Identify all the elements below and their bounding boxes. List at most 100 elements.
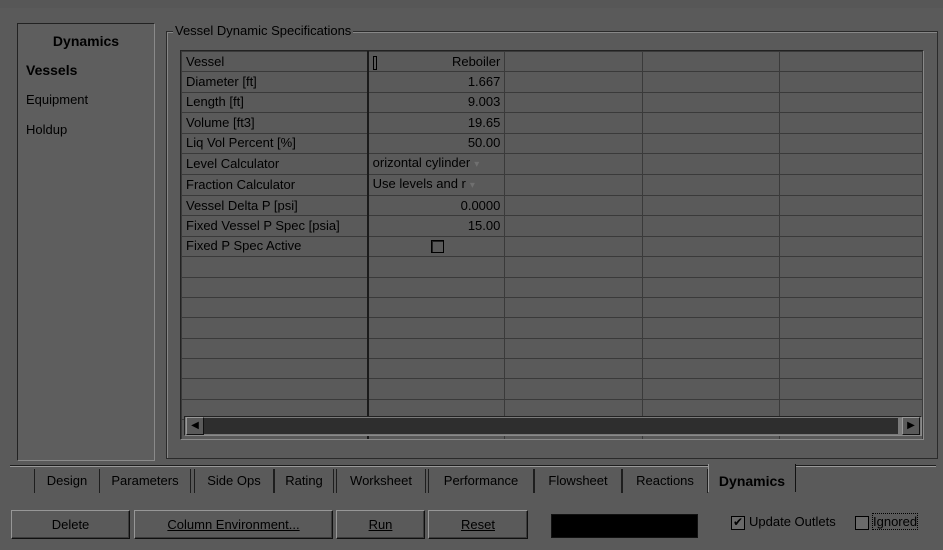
- grid-empty-cell[interactable]: [504, 296, 643, 319]
- tab-design[interactable]: Design: [34, 469, 100, 493]
- grid-empty-cell[interactable]: [504, 173, 643, 196]
- update-outlets-checkbox[interactable]: ✔: [731, 516, 745, 530]
- grid-cell-reboiler[interactable]: [367, 276, 506, 298]
- grid-empty-cell[interactable]: [641, 215, 780, 237]
- grid-cell-reboiler[interactable]: 15.00: [367, 215, 506, 237]
- tab-rating[interactable]: Rating: [274, 469, 334, 493]
- grid-empty-cell[interactable]: [778, 317, 923, 339]
- grid-empty-cell[interactable]: [641, 112, 780, 134]
- grid-empty-cell[interactable]: [641, 71, 780, 93]
- dynamics-nav-panel: Dynamics Vessels Equipment Holdup: [17, 23, 155, 461]
- tab-side-ops[interactable]: Side Ops: [194, 469, 274, 493]
- grid-empty-cell[interactable]: [778, 51, 923, 73]
- grid-cell-reboiler[interactable]: [367, 296, 506, 319]
- grid-empty-cell[interactable]: [504, 51, 643, 73]
- grid-empty-cell[interactable]: [641, 91, 780, 114]
- grid-empty-cell[interactable]: [641, 296, 780, 319]
- grid-empty-cell[interactable]: [504, 194, 643, 217]
- spec-value: 50.00: [467, 135, 501, 151]
- grid-empty-cell[interactable]: [504, 112, 643, 134]
- grid-empty-cell[interactable]: [778, 71, 923, 93]
- grid-empty-cell[interactable]: [778, 378, 923, 400]
- grid-cell-reboiler[interactable]: 19.65: [367, 112, 506, 134]
- grid-empty-cell[interactable]: [778, 132, 923, 154]
- tab-dynamics[interactable]: Dynamics: [708, 464, 796, 492]
- grid-cell-reboiler[interactable]: Use levels and r ▾: [367, 173, 506, 196]
- scroll-right-icon[interactable]: ▶: [902, 417, 920, 435]
- grid-empty-cell[interactable]: [504, 235, 643, 258]
- grid-cell-reboiler[interactable]: [367, 235, 506, 258]
- grid-empty-cell[interactable]: [641, 378, 780, 400]
- grid-empty-cell[interactable]: [778, 91, 923, 114]
- grid-empty-cell[interactable]: [778, 256, 923, 278]
- grid-empty-cell[interactable]: [641, 358, 780, 380]
- tab-reactions[interactable]: Reactions: [622, 469, 708, 493]
- grid-empty-cell[interactable]: [778, 276, 923, 298]
- tab-worksheet[interactable]: Worksheet: [336, 469, 426, 493]
- column-environment-button[interactable]: Column Environment...: [134, 510, 333, 539]
- grid-empty-cell[interactable]: [641, 132, 780, 154]
- grid-empty-cell[interactable]: [504, 256, 643, 278]
- dropdown-arrow-icon[interactable]: ▾: [474, 159, 479, 170]
- grid-cell-reboiler[interactable]: 9.003: [367, 91, 506, 114]
- level-calculator-value: orizontal cylinder: [372, 154, 471, 170]
- reset-button[interactable]: Reset: [428, 510, 528, 539]
- tab-performance[interactable]: Performance: [428, 469, 534, 493]
- tab-flowsheet[interactable]: Flowsheet: [534, 469, 622, 493]
- grid-empty-cell[interactable]: [641, 173, 780, 196]
- grid-empty-cell[interactable]: [778, 358, 923, 380]
- grid-cell-reboiler[interactable]: 1.667: [367, 71, 506, 93]
- grid-row-label: [181, 256, 369, 278]
- grid-cell-reboiler[interactable]: [367, 358, 506, 380]
- grid-empty-cell[interactable]: [778, 112, 923, 134]
- grid-empty-cell[interactable]: [504, 132, 643, 154]
- grid-empty-cell[interactable]: [778, 173, 923, 196]
- grid-cell-reboiler[interactable]: 50.00: [367, 132, 506, 154]
- nav-item-equipment[interactable]: Equipment: [26, 92, 88, 107]
- grid-empty-cell[interactable]: [641, 337, 780, 360]
- grid-empty-cell[interactable]: [641, 256, 780, 278]
- grid-empty-cell[interactable]: [504, 91, 643, 114]
- grid-empty-cell[interactable]: [504, 71, 643, 93]
- grid-empty-cell[interactable]: [778, 337, 923, 360]
- grid-empty-cell[interactable]: [778, 235, 923, 258]
- scroll-left-icon[interactable]: ◀: [186, 417, 204, 435]
- grid-empty-cell[interactable]: [641, 152, 780, 175]
- grid-cell-reboiler[interactable]: 0.0000: [367, 194, 506, 217]
- nav-item-vessels[interactable]: Vessels: [26, 62, 77, 78]
- grid-empty-cell[interactable]: [641, 235, 780, 258]
- scroll-thumb[interactable]: [204, 418, 898, 434]
- grid-empty-cell[interactable]: [504, 358, 643, 380]
- fixed-p-spec-active-checkbox[interactable]: [430, 240, 444, 254]
- grid-empty-cell[interactable]: [641, 194, 780, 217]
- run-button[interactable]: Run: [336, 510, 425, 539]
- grid-empty-cell[interactable]: [778, 194, 923, 217]
- grid-empty-cell[interactable]: [504, 337, 643, 360]
- delete-button[interactable]: Delete: [11, 510, 130, 539]
- grid-cell-reboiler[interactable]: Reboiler: [367, 51, 506, 73]
- grid-cell-reboiler[interactable]: [367, 337, 506, 360]
- grid-row: Fixed P Spec Active: [181, 235, 923, 258]
- grid-empty-cell[interactable]: [778, 215, 923, 237]
- grid-empty-cell[interactable]: [641, 51, 780, 73]
- grid-cell-reboiler[interactable]: [367, 317, 506, 339]
- grid-cell-reboiler[interactable]: [367, 378, 506, 400]
- grid-empty-cell[interactable]: [504, 152, 643, 175]
- grid-empty-cell[interactable]: [504, 276, 643, 298]
- grid-cell-reboiler[interactable]: orizontal cylinder ▾: [367, 152, 506, 175]
- grid-cell-reboiler[interactable]: [367, 256, 506, 278]
- horizontal-scrollbar[interactable]: ◀ ▶: [184, 416, 922, 436]
- tab-parameters[interactable]: Parameters: [99, 469, 191, 493]
- nav-item-holdup[interactable]: Holdup: [26, 122, 67, 137]
- grid-row: [181, 276, 923, 298]
- grid-row: Level Calculator orizontal cylinder ▾: [181, 152, 923, 175]
- grid-empty-cell[interactable]: [778, 296, 923, 319]
- dropdown-arrow-icon[interactable]: ▾: [470, 180, 475, 191]
- grid-empty-cell[interactable]: [641, 317, 780, 339]
- grid-empty-cell[interactable]: [504, 215, 643, 237]
- grid-empty-cell[interactable]: [504, 378, 643, 400]
- grid-empty-cell[interactable]: [641, 276, 780, 298]
- grid-empty-cell[interactable]: [504, 317, 643, 339]
- ignored-checkbox[interactable]: [855, 516, 869, 530]
- grid-empty-cell[interactable]: [778, 152, 923, 175]
